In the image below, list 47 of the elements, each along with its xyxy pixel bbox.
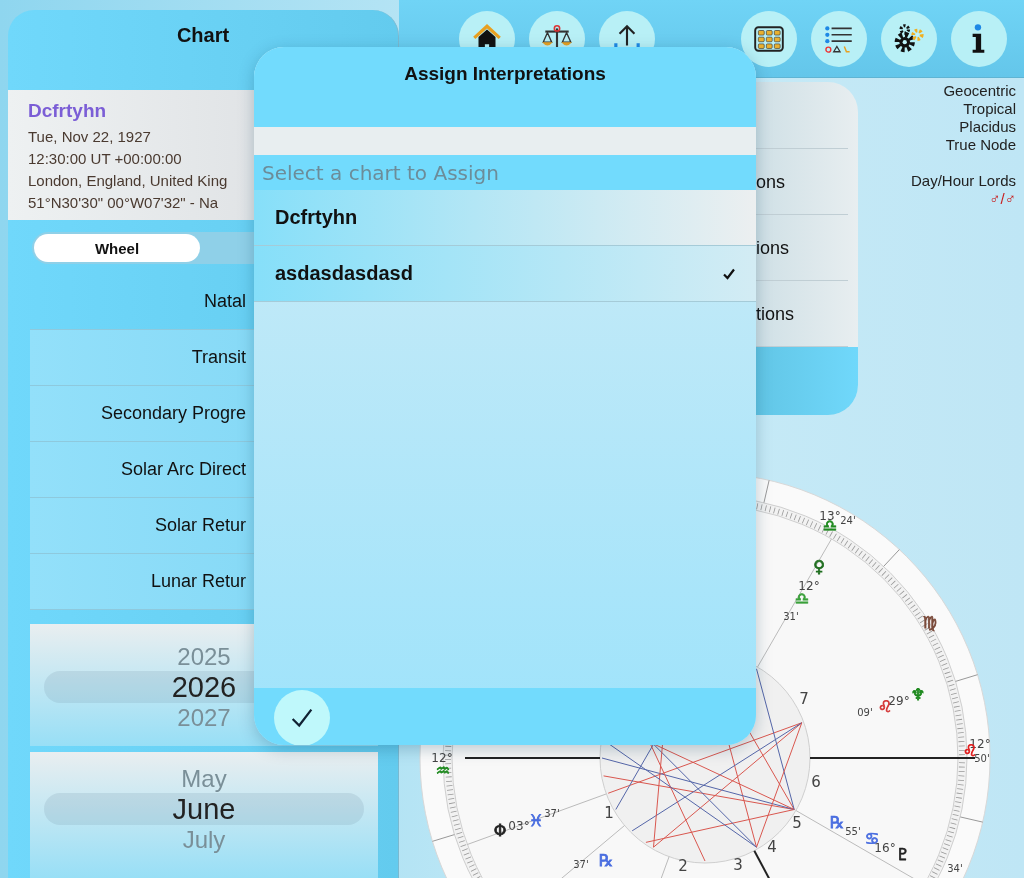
house-number: 4 <box>767 838 777 856</box>
house-number: 5 <box>792 814 802 832</box>
picker-option[interactable]: June <box>44 793 364 825</box>
astro-symbol: Φ <box>493 821 507 840</box>
minute-label: 24' <box>840 515 856 526</box>
section-header: Select a chart to Assign <box>254 155 756 190</box>
house-number: 3 <box>733 856 743 874</box>
panel-title: Chart <box>176 24 230 48</box>
chart-setting: True Node <box>945 136 1016 154</box>
house-number: 1 <box>604 804 614 822</box>
month-picker[interactable]: May June July <box>30 752 378 878</box>
checkmark-icon <box>722 266 736 281</box>
astro-symbol: ♇ <box>895 845 911 864</box>
minute-label: 37' <box>573 859 589 870</box>
house-number: 2 <box>678 857 688 875</box>
minute-label: 37' <box>544 808 560 819</box>
chart-list-row[interactable]: Dcfrtyhn <box>254 190 756 246</box>
chart-detail: 51°N30'30" 00°W07'32" - Na <box>28 193 219 213</box>
chart-setting: Geocentric <box>943 82 1016 100</box>
minute-label: 55' <box>845 826 861 837</box>
lords-label: Day/Hour Lords <box>910 172 1016 190</box>
astro-symbol: ℞ <box>598 851 614 870</box>
minute-label: 50' <box>974 753 990 764</box>
house-number: 7 <box>799 690 809 708</box>
astro-symbol: ♍ <box>922 613 938 632</box>
astro-symbol: ℞ <box>829 813 845 832</box>
minute-label: 34' <box>947 863 963 874</box>
degree-label: 03° <box>508 819 530 833</box>
astro-symbol: ♓ <box>528 811 544 830</box>
astro-symbol: ♆ <box>910 685 926 704</box>
astro-symbol: ♀ <box>813 557 825 576</box>
row-label: Dcfrtyhn <box>275 206 358 229</box>
lords-symbols: ♂/♂ <box>989 190 1016 208</box>
chart-name: Dcfrtyhn <box>28 100 108 122</box>
segment-tab[interactable]: Wheel <box>34 234 200 262</box>
minute-label: 09' <box>857 707 873 718</box>
minute-label: 31' <box>783 611 799 622</box>
search-field[interactable] <box>254 127 756 155</box>
dialog-title: Assign Interpretations <box>404 63 606 86</box>
confirm-button[interactable] <box>274 689 330 745</box>
chart-list-row[interactable]: asdasdasdasd <box>254 246 756 302</box>
chart-setting: Tropical <box>963 100 1016 118</box>
chart-detail: 12:30:00 UT +00:00:00 <box>28 149 182 169</box>
chart-setting: Placidus <box>959 118 1016 136</box>
house-number: 6 <box>811 773 821 791</box>
chart-detail: London, England, United King <box>28 171 228 191</box>
chart-detail: Tue, Nov 22, 1927 <box>28 127 151 147</box>
